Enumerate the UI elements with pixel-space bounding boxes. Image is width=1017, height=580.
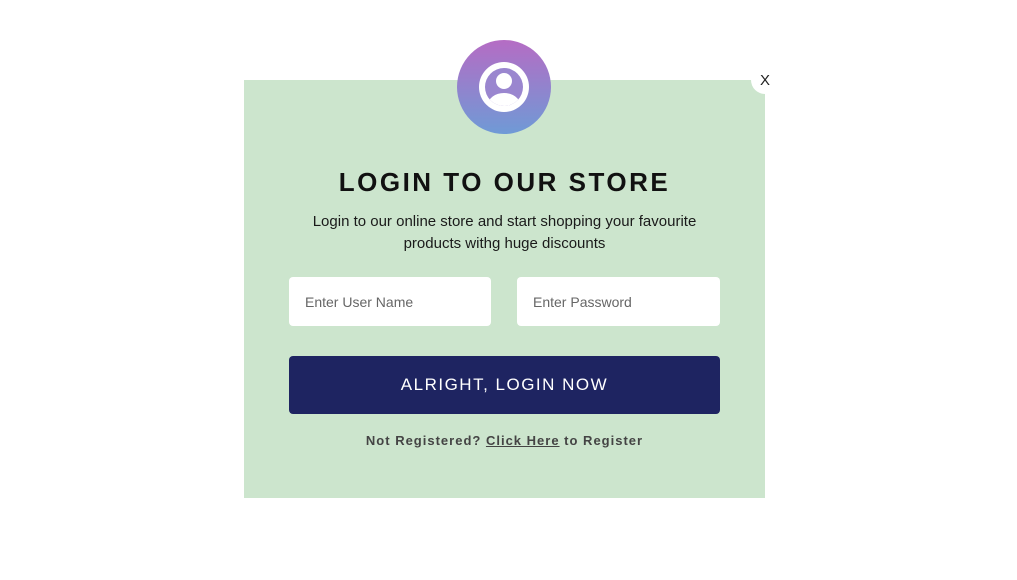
- register-prompt: Not Registered? Click Here to Register: [244, 432, 765, 450]
- login-button[interactable]: ALRIGHT, LOGIN NOW: [289, 356, 720, 414]
- username-input[interactable]: [289, 277, 491, 326]
- avatar-badge: [457, 40, 551, 134]
- close-button[interactable]: X: [751, 66, 779, 94]
- register-suffix: to Register: [564, 433, 644, 448]
- register-prefix: Not Registered?: [365, 433, 482, 448]
- user-circle-icon: [478, 61, 530, 113]
- register-link[interactable]: Click Here: [486, 433, 560, 448]
- modal-subtitle: Login to our online store and start shop…: [312, 213, 697, 252]
- password-input[interactable]: [517, 277, 720, 326]
- page: X LOGIN TO OUR STORE Login to our online…: [0, 0, 1017, 580]
- modal-title: LOGIN TO OUR STORE: [338, 167, 671, 197]
